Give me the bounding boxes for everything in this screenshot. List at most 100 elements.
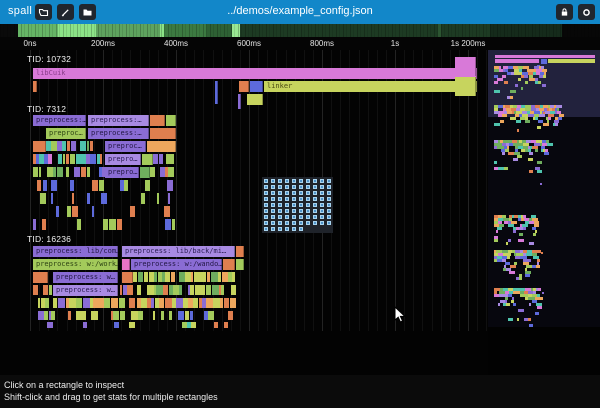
flame-bar[interactable] [58, 298, 65, 308]
flame-bar[interactable] [153, 154, 158, 164]
event-dot[interactable] [278, 191, 282, 195]
flame-bar[interactable] [131, 311, 138, 320]
flame-bar[interactable] [68, 311, 71, 320]
flame-bar[interactable] [70, 180, 73, 191]
flame-bar[interactable] [150, 167, 155, 177]
event-dot[interactable] [285, 227, 289, 231]
flame-bar[interactable] [113, 311, 119, 320]
flame-bar[interactable] [161, 311, 164, 320]
event-dot[interactable] [278, 215, 282, 219]
flame-bar[interactable] [51, 311, 54, 320]
flame-bar[interactable] [92, 180, 98, 191]
flame-bar[interactable] [62, 141, 66, 151]
event-dot[interactable] [313, 221, 317, 225]
flame-bar[interactable]: libCuik [33, 68, 477, 79]
flame-bar[interactable] [33, 81, 37, 92]
event-dot[interactable] [306, 215, 310, 219]
event-dot[interactable] [292, 203, 296, 207]
event-dot[interactable] [320, 209, 324, 213]
event-dot[interactable] [327, 185, 331, 189]
flame-bar[interactable] [119, 298, 126, 308]
flame-bar[interactable] [67, 206, 71, 217]
flame-bar[interactable] [44, 311, 48, 320]
event-dot[interactable] [264, 221, 268, 225]
event-dot[interactable] [299, 185, 303, 189]
event-dot[interactable] [264, 215, 268, 219]
flame-bar[interactable] [169, 311, 172, 320]
flame-bar[interactable] [91, 311, 97, 320]
flame-bar[interactable] [117, 219, 123, 230]
flame-bar[interactable] [76, 311, 83, 320]
event-dot[interactable] [271, 215, 275, 219]
event-dot[interactable] [264, 179, 268, 183]
flame-bar[interactable] [150, 115, 165, 126]
flame-bar[interactable] [164, 206, 170, 217]
flame-bar[interactable] [56, 206, 59, 217]
flame-bar[interactable] [92, 206, 95, 217]
flame-bar[interactable] [122, 259, 130, 270]
event-grid-block[interactable] [262, 177, 333, 233]
flame-bar[interactable]: prepro… [105, 154, 141, 165]
flame-bar[interactable] [70, 154, 75, 164]
flame-bar[interactable] [127, 285, 133, 295]
flame-bar[interactable] [215, 81, 218, 104]
event-dot[interactable] [271, 221, 275, 225]
flame-bar[interactable] [53, 167, 57, 177]
event-dot[interactable] [299, 179, 303, 183]
event-dot[interactable] [320, 179, 324, 183]
event-dot[interactable] [278, 227, 282, 231]
flame-bar[interactable] [87, 193, 89, 204]
flame-bar[interactable] [43, 180, 47, 191]
event-dot[interactable] [306, 185, 310, 189]
flame-bar[interactable] [33, 219, 36, 230]
flame-bar[interactable] [228, 311, 232, 320]
flame-bar[interactable] [250, 81, 263, 92]
flame-bar[interactable] [247, 94, 263, 105]
flame-bar[interactable] [190, 285, 194, 295]
event-dot[interactable] [299, 197, 303, 201]
flame-bar[interactable] [150, 128, 176, 139]
event-dot[interactable] [271, 227, 275, 231]
event-dot[interactable] [292, 185, 296, 189]
flame-bar[interactable] [101, 193, 107, 204]
event-dot[interactable] [278, 209, 282, 213]
flame-bar[interactable] [163, 285, 168, 295]
event-dot[interactable] [264, 185, 268, 189]
event-dot[interactable] [271, 203, 275, 207]
flame-bar[interactable] [33, 272, 48, 283]
event-dot[interactable] [299, 209, 303, 213]
flame-bar[interactable] [142, 154, 153, 165]
flame-bar[interactable] [71, 141, 76, 151]
flame-bar[interactable] [66, 167, 68, 177]
event-dot[interactable] [285, 185, 289, 189]
event-dot[interactable] [264, 197, 268, 201]
event-dot[interactable] [320, 191, 324, 195]
flame-bar[interactable] [211, 272, 218, 282]
flame-bar[interactable] [104, 298, 110, 308]
event-dot[interactable] [292, 191, 296, 195]
flame-bar[interactable] [191, 272, 193, 282]
flamegraph-canvas[interactable]: TID: 10732TID: 7312TID: 16236 libCuiklin… [0, 50, 488, 375]
flame-bar[interactable] [57, 167, 62, 177]
flame-bar[interactable] [51, 180, 58, 191]
event-dot[interactable] [292, 215, 296, 219]
flame-bar[interactable] [179, 285, 182, 295]
event-dot[interactable] [264, 191, 268, 195]
event-dot[interactable] [271, 185, 275, 189]
event-dot[interactable] [278, 197, 282, 201]
settings-button[interactable] [578, 4, 595, 20]
flame-bar[interactable] [40, 193, 46, 204]
flame-bar[interactable] [190, 311, 194, 320]
flame-bar[interactable] [159, 154, 163, 164]
flame-bar[interactable] [153, 311, 155, 320]
flame-bar[interactable] [49, 285, 52, 295]
event-dot[interactable] [278, 185, 282, 189]
flame-bar[interactable] [221, 285, 224, 295]
event-dot[interactable] [313, 203, 317, 207]
flame-bar[interactable] [74, 167, 80, 177]
event-dot[interactable] [320, 221, 324, 225]
flame-bar[interactable] [129, 298, 136, 308]
event-dot[interactable] [264, 203, 268, 207]
activity-overview-strip[interactable] [0, 24, 600, 37]
flame-bar[interactable] [178, 311, 185, 320]
